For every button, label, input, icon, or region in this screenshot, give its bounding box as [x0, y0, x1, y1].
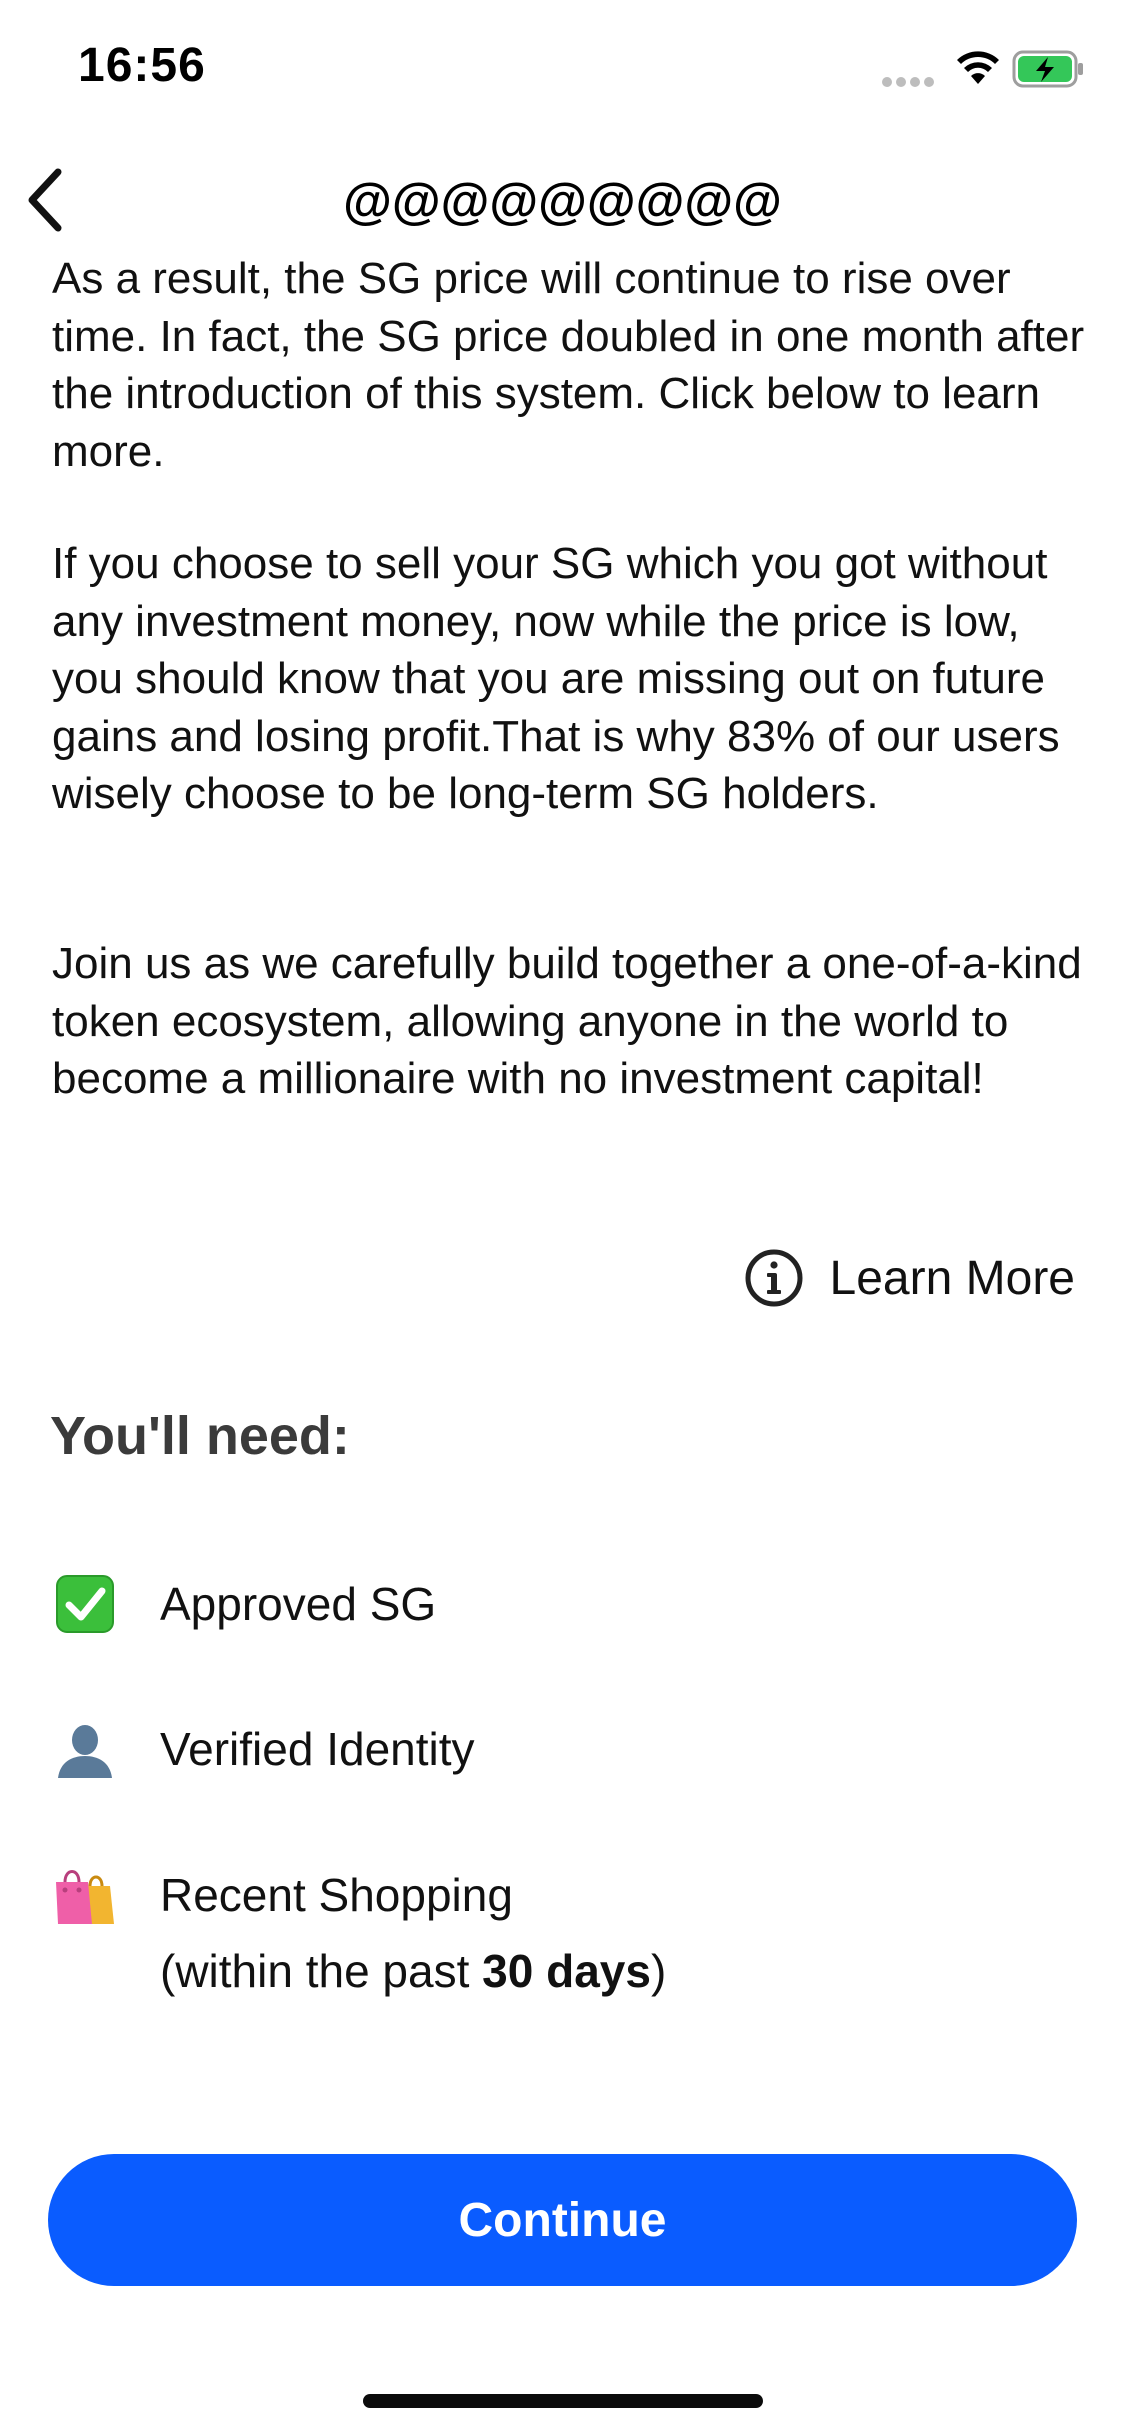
need-label: Approved SG [160, 1578, 437, 1630]
silhouette-person-icon [58, 1725, 112, 1778]
page-title: @@@@@@@@@ [343, 173, 782, 229]
need-label: Verified Identity [160, 1723, 475, 1775]
cellular-signal-icon [882, 74, 938, 87]
navigation-bar: @@@@@@@@@ [0, 150, 1125, 250]
status-bar: 16:56 [0, 0, 1125, 140]
wifi-icon [957, 51, 999, 84]
continue-button[interactable]: Continue [48, 2154, 1077, 2286]
info-circle-icon [745, 1249, 803, 1307]
need-sub-prefix: (within the past [160, 1945, 483, 1997]
body-paragraph-3: Join us as we carefully build together a… [52, 939, 1082, 1103]
need-sub-suffix: ) [650, 1945, 667, 1997]
need-sub-label: (within the past 30 days) [160, 1944, 666, 1998]
battery-charging-icon [1012, 50, 1083, 88]
learn-more-link[interactable]: Learn More [744, 1245, 1075, 1311]
learn-more-label: Learn More [829, 1251, 1075, 1305]
need-label: Recent Shopping [160, 1869, 513, 1921]
body-paragraph-1: As a result, the SG price will continue … [52, 254, 1085, 476]
status-time: 16:56 [78, 39, 206, 92]
shopping-bags-icon [56, 1870, 114, 1924]
check-mark-button-icon [56, 1575, 114, 1633]
body-paragraph-2: If you choose to sell your SG which you … [52, 539, 1060, 818]
need-sub-bold: 30 days [482, 1945, 651, 1997]
needs-heading: You'll need: [50, 1406, 350, 1466]
home-indicator[interactable] [363, 2394, 763, 2408]
